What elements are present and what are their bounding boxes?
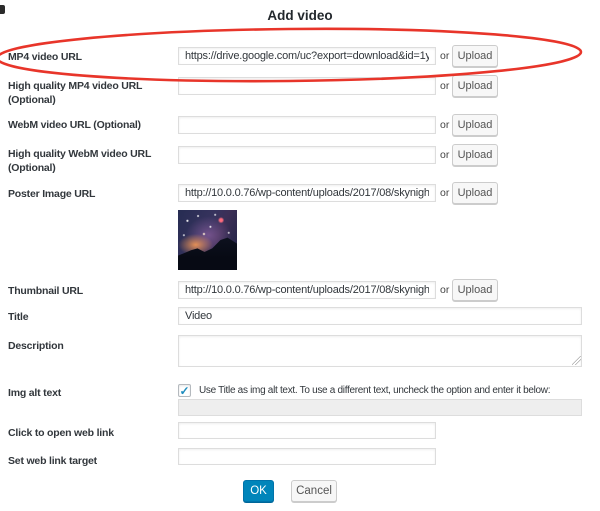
description-label: Description [8,339,183,353]
hq-webm-url-label: High quality WebM video URL (Optional) [8,147,183,175]
title-input[interactable] [178,307,582,325]
dialog-title: Add video [0,8,600,23]
hq-mp4-upload-button[interactable]: Upload [452,75,498,97]
hq-webm-url-label-line2: (Optional) [8,161,183,175]
web-link-label: Click to open web link [8,426,183,440]
img-alt-checkbox-caption: Use Title as img alt text. To use a diff… [199,385,591,396]
link-target-input[interactable] [178,448,436,465]
thumbnail-url-input[interactable] [178,281,436,299]
thumbnail-url-label: Thumbnail URL [8,284,183,298]
mountain-silhouette [178,210,237,270]
webm-url-input[interactable] [178,116,436,134]
ok-button[interactable]: OK [243,480,274,502]
mp4-url-label: MP4 video URL [8,50,183,64]
title-label: Title [8,310,183,324]
mp4-upload-button[interactable]: Upload [452,45,498,67]
hq-webm-url-input[interactable] [178,146,436,164]
img-alt-label: Img alt text [8,386,183,400]
or-text: or [440,119,449,131]
checkmark-icon: ✓ [179,384,189,398]
webm-url-label: WebM video URL (Optional) [8,118,183,132]
web-link-input[interactable] [178,422,436,439]
or-text: or [440,187,449,199]
use-title-checkbox[interactable]: ✓ [178,384,191,397]
hq-mp4-url-input[interactable] [178,77,436,95]
or-text: or [440,284,449,296]
or-text: or [440,80,449,92]
hq-webm-upload-button[interactable]: Upload [452,144,498,166]
poster-upload-button[interactable]: Upload [452,182,498,204]
hq-mp4-url-label-line1: High quality MP4 video URL [8,79,183,93]
mp4-url-input[interactable] [178,47,436,65]
hq-mp4-url-label: High quality MP4 video URL (Optional) [8,79,183,107]
or-text: or [440,149,449,161]
poster-preview-image [178,210,237,270]
link-target-label: Set web link target [8,454,183,468]
description-textarea[interactable] [178,335,582,367]
hq-webm-url-label-line1: High quality WebM video URL [8,147,183,161]
poster-url-input[interactable] [178,184,436,202]
thumbnail-upload-button[interactable]: Upload [452,279,498,301]
add-video-dialog: Add video MP4 video URL or Upload High q… [0,0,600,511]
img-alt-input [178,399,582,416]
cancel-button[interactable]: Cancel [291,480,337,502]
poster-url-label: Poster Image URL [8,187,183,201]
hq-mp4-url-label-line2: (Optional) [8,93,183,107]
resize-grip-icon[interactable] [572,356,581,365]
webm-upload-button[interactable]: Upload [452,114,498,136]
or-text: or [440,50,449,62]
